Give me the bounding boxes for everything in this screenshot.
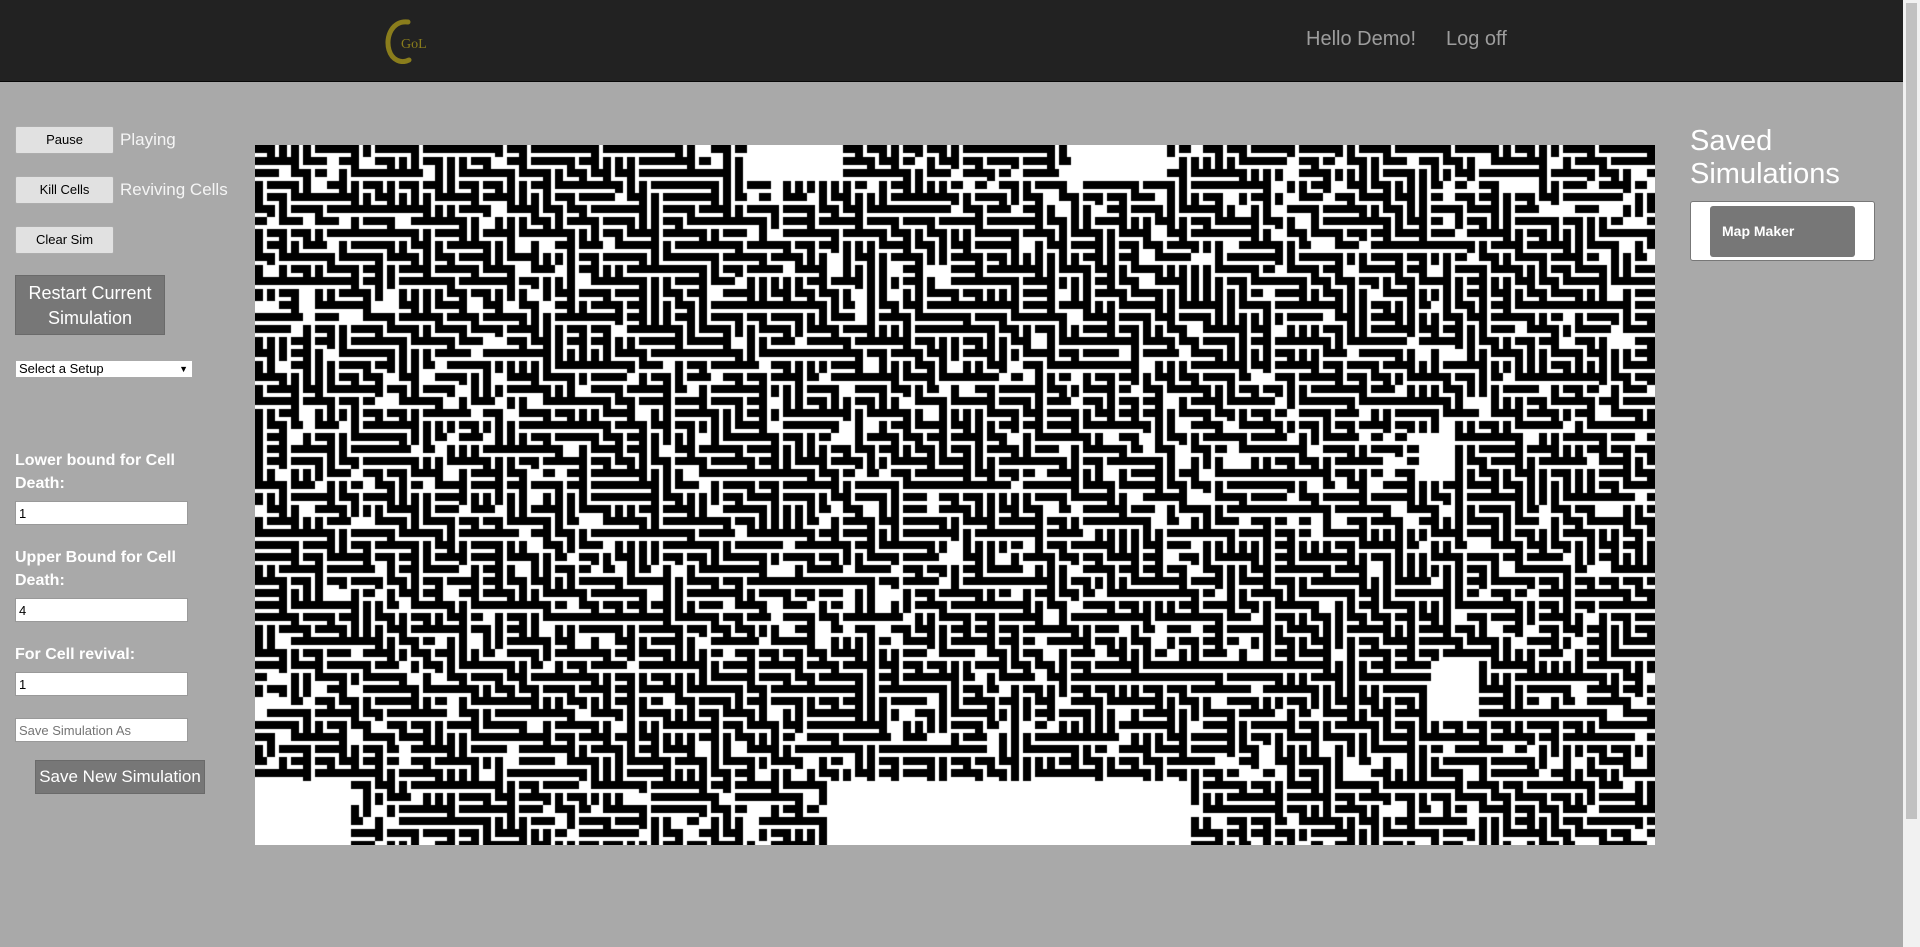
kill-cells-button[interactable]: Kill Cells	[15, 176, 114, 204]
clear-sim-button[interactable]: Clear Sim	[15, 226, 114, 254]
scrollbar-thumb[interactable]	[1906, 3, 1917, 819]
upper-bound-label: Upper Bound for Cell Death:	[15, 549, 176, 589]
pause-button[interactable]: Pause	[15, 126, 114, 154]
page-scrollbar[interactable]	[1903, 0, 1920, 947]
upper-bound-input[interactable]	[15, 598, 188, 622]
lower-bound-input[interactable]	[15, 501, 188, 525]
restart-simulation-button[interactable]: Restart Current Simulation	[15, 275, 165, 335]
saved-simulations-panel: Map Maker	[1690, 201, 1875, 261]
setup-select[interactable]: Select a Setup ▼	[15, 360, 193, 378]
logo-text: GoL	[401, 37, 427, 52]
simulation-grid[interactable]	[255, 145, 1655, 845]
revival-label: For Cell revival:	[15, 646, 136, 663]
cgol-logo-icon[interactable]: GoL	[383, 18, 433, 64]
revival-input[interactable]	[15, 672, 188, 696]
chevron-down-icon: ▼	[179, 364, 188, 374]
play-status: Playing	[120, 130, 176, 149]
greeting-link[interactable]: Hello Demo!	[1306, 28, 1416, 51]
cell-canvas[interactable]	[255, 145, 1655, 845]
logoff-link[interactable]: Log off	[1446, 28, 1507, 51]
save-simulation-button[interactable]: Save New Simulation	[35, 760, 205, 794]
save-name-input[interactable]	[15, 718, 188, 742]
saved-simulations-title: Saved Simulations	[1690, 125, 1840, 190]
setup-select-value: Select a Setup	[19, 361, 104, 376]
lower-bound-label: Lower bound for Cell Death:	[15, 452, 175, 492]
saved-simulation-item[interactable]: Map Maker	[1710, 206, 1855, 257]
revive-status: Reviving Cells	[120, 180, 228, 199]
top-navbar: GoL Hello Demo! Log off	[0, 0, 1903, 82]
